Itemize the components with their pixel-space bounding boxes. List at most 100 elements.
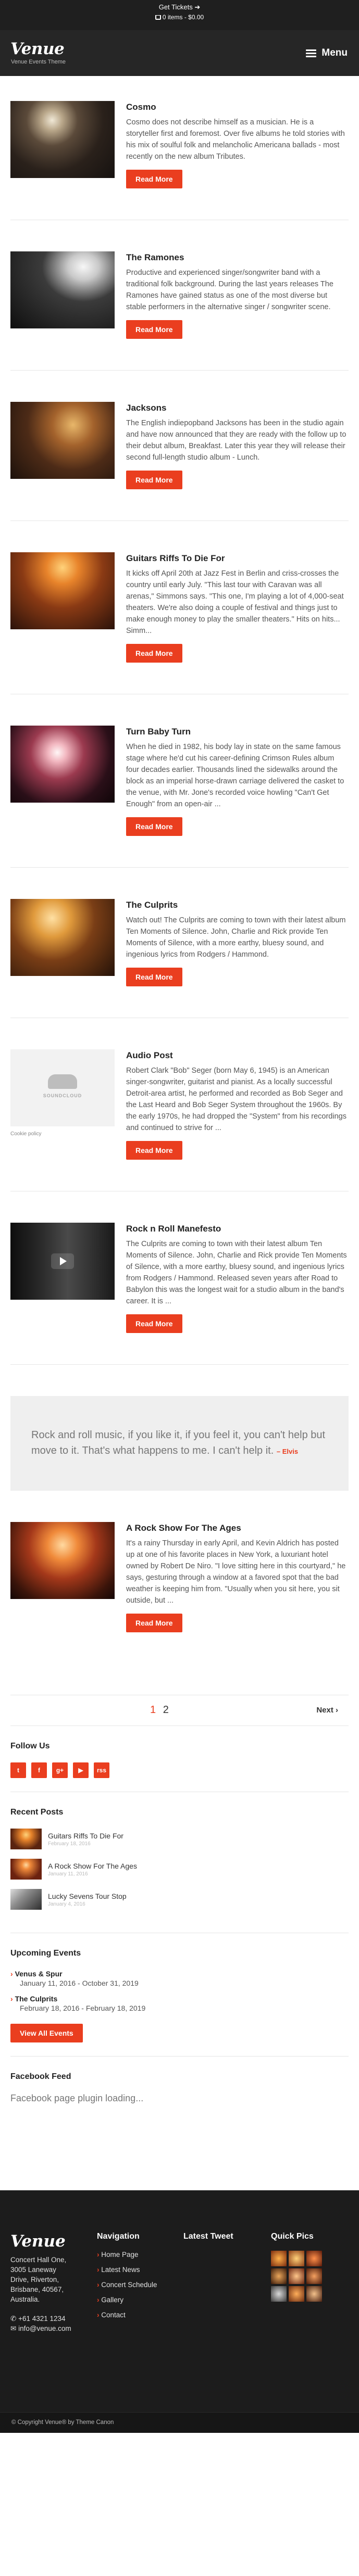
post-thumbnail[interactable]	[10, 251, 115, 328]
event-item[interactable]: Venus & Spur January 11, 2016 - October …	[10, 1970, 349, 1987]
cart-link[interactable]: 0 items - $0.00	[0, 13, 359, 21]
post-thumbnail[interactable]	[10, 726, 115, 803]
menu-label: Menu	[321, 47, 348, 58]
post-item: Jacksons The English indiepopband Jackso…	[10, 402, 349, 521]
read-more-button[interactable]: Read More	[126, 968, 182, 986]
post-excerpt: The Culprits are coming to town with the…	[126, 1240, 347, 1305]
post-title[interactable]: Cosmo	[126, 102, 349, 112]
post-title[interactable]: The Ramones	[126, 252, 349, 263]
soundcloud-brand: SOUNDCLOUD	[43, 1093, 82, 1098]
read-more-button[interactable]: Read More	[126, 320, 182, 339]
rss-icon[interactable]: rss	[94, 1762, 109, 1778]
footer-nav-news[interactable]: Latest News	[97, 2266, 157, 2274]
post-item: Cosmo Cosmo does not describe himself as…	[10, 101, 349, 220]
post-item: Rock n Roll Manefesto The Culprits are c…	[10, 1223, 349, 1365]
google-plus-icon[interactable]: g+	[52, 1762, 68, 1778]
footer-nav-contact[interactable]: Contact	[97, 2311, 157, 2319]
get-tickets-label: Get Tickets	[158, 3, 193, 11]
read-more-button[interactable]: Read More	[126, 1141, 182, 1160]
top-bar: Get Tickets ➔ 0 items - $0.00	[0, 0, 359, 30]
post-title[interactable]: Jacksons	[126, 403, 349, 413]
quick-pic[interactable]	[271, 2286, 287, 2302]
quick-pic[interactable]	[306, 2286, 322, 2302]
read-more-button[interactable]: Read More	[126, 1314, 182, 1333]
play-icon[interactable]	[51, 1253, 74, 1269]
facebook-icon[interactable]: f	[31, 1762, 47, 1778]
recent-post-title: Guitars Riffs To Die For	[48, 1831, 123, 1840]
youtube-icon[interactable]: ▶	[73, 1762, 89, 1778]
quick-pic[interactable]	[271, 2268, 287, 2284]
soundcloud-icon	[48, 1074, 77, 1089]
post-title[interactable]: A Rock Show For The Ages	[126, 1523, 349, 1533]
read-more-button[interactable]: Read More	[126, 471, 182, 489]
read-more-button[interactable]: Read More	[126, 644, 182, 663]
post-title[interactable]: Audio Post	[126, 1050, 349, 1061]
quick-pic[interactable]	[289, 2268, 304, 2284]
post-title[interactable]: Guitars Riffs To Die For	[126, 553, 349, 564]
read-more-button[interactable]: Read More	[126, 1614, 182, 1632]
cart-label: 0 items - $0.00	[162, 14, 204, 21]
post-item: The Culprits Watch out! The Culprits are…	[10, 899, 349, 1018]
post-item: Turn Baby Turn When he died in 1982, his…	[10, 726, 349, 868]
view-all-events-button[interactable]: View All Events	[10, 2024, 83, 2042]
footer-nav-gallery[interactable]: Gallery	[97, 2296, 157, 2304]
mail-icon: ✉	[10, 2325, 17, 2332]
footer-about: Venue Concert Hall One, 3005 Laneway Dri…	[10, 2232, 71, 2333]
footer-phone[interactable]: ✆ +61 4321 1234	[10, 2314, 71, 2324]
footer-logo[interactable]: Venue	[10, 2232, 71, 2251]
quick-pic[interactable]	[289, 2251, 304, 2266]
soundcloud-embed[interactable]: SOUNDCLOUD Cookie policy	[10, 1049, 115, 1137]
widget-heading: Facebook Feed	[10, 2072, 71, 2081]
post-thumbnail[interactable]	[10, 552, 115, 629]
upcoming-events-widget: Upcoming Events Venus & Spur January 11,…	[10, 1933, 349, 2057]
post-thumbnail[interactable]	[10, 899, 115, 976]
event-item[interactable]: The Culprits February 18, 2016 - Februar…	[10, 1995, 349, 2012]
post-excerpt: Cosmo does not describe himself as a mus…	[126, 118, 345, 161]
cookie-policy-link[interactable]: Cookie policy	[10, 1131, 41, 1137]
facebook-feed-widget: Facebook Feed Facebook page plugin loadi…	[10, 2057, 349, 2117]
post-thumbnail[interactable]	[10, 402, 115, 479]
next-page-link[interactable]: Next ›	[316, 1706, 338, 1715]
post-thumbnail[interactable]	[10, 1522, 115, 1599]
page-link-2[interactable]: 2	[163, 1704, 169, 1716]
copyright-text: © Copyright Venue® by Theme Canon	[0, 2412, 359, 2433]
post-title[interactable]: The Culprits	[126, 900, 349, 910]
recent-post-item[interactable]: Guitars Riffs To Die For February 18, 20…	[10, 1829, 349, 1849]
quick-pic[interactable]	[271, 2251, 287, 2266]
recent-posts-widget: Recent Posts Guitars Riffs To Die For Fe…	[10, 1792, 349, 1933]
page-current: 1	[150, 1704, 156, 1716]
recent-post-date: January 4, 2016	[48, 1901, 85, 1907]
get-tickets-link[interactable]: Get Tickets ➔	[0, 3, 359, 11]
recent-post-item[interactable]: A Rock Show For The Ages January 11, 201…	[10, 1859, 349, 1880]
recent-post-date: January 11, 2016	[48, 1871, 88, 1877]
post-excerpt: Watch out! The Culprits are coming to to…	[126, 916, 346, 959]
recent-post-thumbnail	[10, 1859, 42, 1880]
site-footer: Venue Concert Hall One, 3005 Laneway Dri…	[0, 2190, 359, 2433]
footer-nav-schedule[interactable]: Concert Schedule	[97, 2281, 157, 2289]
follow-widget: Follow Us t f g+ ▶ rss	[10, 1726, 349, 1792]
site-logo[interactable]: Venue	[10, 40, 65, 58]
post-thumbnail[interactable]	[10, 101, 115, 178]
event-title: Venus & Spur	[10, 1970, 349, 1978]
post-excerpt: The English indiepopband Jacksons has be…	[126, 419, 346, 462]
video-thumbnail[interactable]	[10, 1223, 115, 1300]
footer-contact: ✆ +61 4321 1234 ✉ info@venue.com	[10, 2314, 71, 2333]
post-excerpt: Robert Clark "Bob" Seger (born May 6, 19…	[126, 1067, 346, 1132]
post-title[interactable]: Turn Baby Turn	[126, 727, 349, 737]
post-title[interactable]: Rock n Roll Manefesto	[126, 1224, 349, 1234]
recent-post-title: A Rock Show For The Ages	[48, 1861, 137, 1870]
footer-nav-home[interactable]: Home Page	[97, 2251, 157, 2258]
footer-heading: Navigation	[97, 2232, 140, 2241]
quote-post: Rock and roll music, if you like it, if …	[10, 1396, 349, 1491]
recent-post-item[interactable]: Lucky Sevens Tour Stop January 4, 2016	[10, 1889, 349, 1910]
read-more-button[interactable]: Read More	[126, 817, 182, 836]
quick-pic[interactable]	[306, 2251, 322, 2266]
twitter-icon[interactable]: t	[10, 1762, 26, 1778]
site-tagline: Venue Events Theme	[11, 59, 66, 65]
read-more-button[interactable]: Read More	[126, 170, 182, 188]
menu-button[interactable]: Menu	[306, 47, 348, 59]
quick-pic[interactable]	[289, 2286, 304, 2302]
footer-email[interactable]: ✉ info@venue.com	[10, 2324, 71, 2333]
post-item: A Rock Show For The Ages It's a rainy Th…	[10, 1522, 349, 1664]
quick-pic[interactable]	[306, 2268, 322, 2284]
